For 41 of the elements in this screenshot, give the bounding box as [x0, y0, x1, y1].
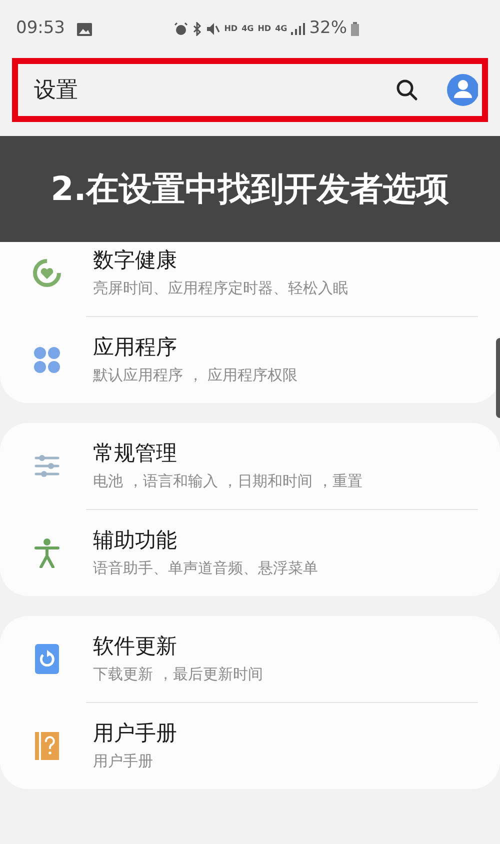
- scroll-thumb[interactable]: [496, 338, 500, 418]
- refresh-icon: [34, 644, 58, 674]
- item-subtitle: 亮屏时间、应用程序定时器、轻松入眠: [93, 278, 349, 299]
- banner-text: 2.在设置中找到开发者选项: [50, 168, 450, 210]
- battery-percent: 32%: [309, 17, 347, 40]
- search-icon[interactable]: [396, 79, 418, 101]
- network-label: HD: [224, 23, 238, 35]
- item-subtitle: 默认应用程序 ， 应用程序权限: [93, 365, 299, 386]
- network-label: HD: [258, 23, 272, 35]
- item-subtitle: 用户手册: [93, 751, 154, 772]
- sliders-icon: [34, 453, 60, 479]
- item-title: 数字健康: [93, 247, 178, 274]
- battery-icon: [351, 22, 359, 36]
- settings-item[interactable]: 用户手册 用户手册: [0, 703, 500, 789]
- mute-icon: [206, 22, 220, 36]
- network-label: 4G: [242, 23, 254, 35]
- heart-ring-icon: [32, 258, 62, 288]
- settings-item[interactable]: 常规管理 电池 ，语言和输入 ，日期和时间 ，重置: [0, 423, 500, 509]
- item-title: 软件更新: [93, 633, 178, 660]
- item-title: 常规管理: [93, 440, 178, 467]
- dots-grid-icon: [32, 346, 60, 374]
- settings-item[interactable]: 软件更新 下载更新 ，最后更新时间: [0, 616, 500, 702]
- network-label: 4G: [275, 23, 288, 35]
- settings-item[interactable]: 数字健康 亮屏时间、应用程序定时器、轻松入眠: [0, 242, 500, 316]
- settings-item[interactable]: 应用程序 默认应用程序 ， 应用程序权限: [0, 317, 500, 403]
- help-book-icon: [34, 732, 58, 760]
- item-title: 辅助功能: [93, 527, 178, 554]
- item-title: 用户手册: [93, 720, 178, 747]
- item-subtitle: 语音助手、单声道音频、悬浮菜单: [93, 558, 319, 579]
- item-subtitle: 电池 ，语言和输入 ，日期和时间 ，重置: [93, 471, 364, 492]
- signal-icon: [291, 23, 306, 35]
- settings-item[interactable]: 辅助功能 语音助手、单声道音频、悬浮菜单: [0, 510, 500, 596]
- bluetooth-icon: [192, 22, 202, 36]
- item-title: 应用程序: [93, 334, 178, 361]
- person-icon: [34, 538, 60, 568]
- status-time: 09:53: [16, 17, 65, 40]
- item-subtitle: 下载更新 ，最后更新时间: [93, 664, 264, 685]
- image-icon: [77, 22, 92, 36]
- page-title: 设置: [34, 76, 78, 104]
- alarm-icon: [174, 22, 188, 36]
- avatar-icon[interactable]: [446, 73, 478, 107]
